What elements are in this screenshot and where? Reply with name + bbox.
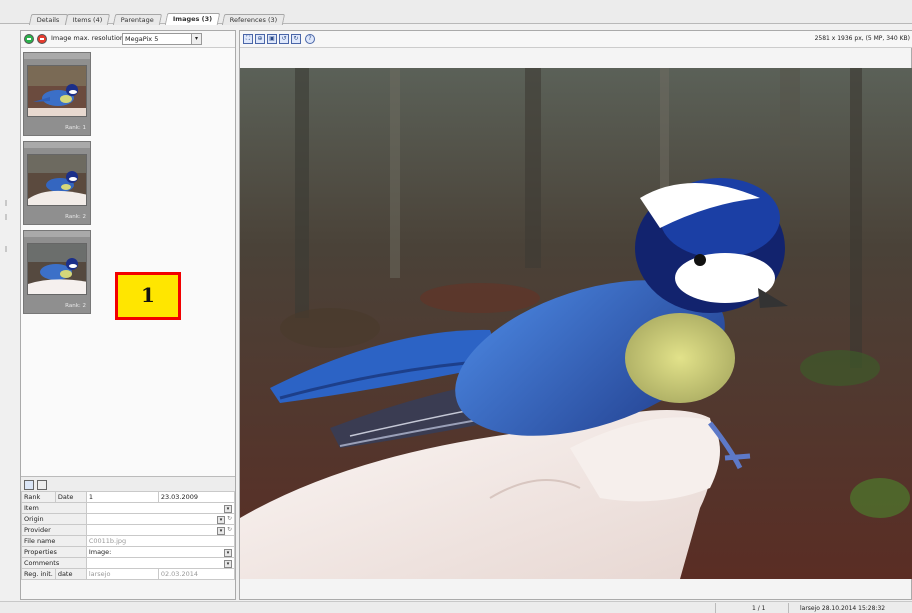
rank-label: Rank bbox=[21, 491, 56, 503]
chevron-down-icon[interactable]: ▾ bbox=[216, 515, 225, 524]
image-info: 2581 x 1936 px, (5 MP, 340 KB) bbox=[814, 35, 910, 42]
refresh-icon[interactable]: ↻ bbox=[227, 526, 232, 533]
item-field[interactable]: ▾ bbox=[85, 502, 236, 514]
bird-thumbnail-image bbox=[27, 243, 87, 295]
refresh-icon[interactable]: ↻ bbox=[227, 515, 232, 522]
properties-label: Properties bbox=[21, 546, 87, 558]
window-edge-mark bbox=[5, 200, 7, 206]
bird-photo[interactable] bbox=[240, 68, 912, 579]
comments-label: Comments bbox=[21, 557, 87, 569]
plus-icon[interactable] bbox=[24, 34, 34, 44]
annotation-badge: 1 bbox=[115, 272, 181, 320]
chevron-down-icon[interactable]: ▾ bbox=[224, 548, 232, 557]
item-label: Item bbox=[21, 502, 87, 514]
table-row: File name C0011b.jpg bbox=[21, 535, 236, 547]
tab-references[interactable]: References (3) bbox=[221, 14, 286, 25]
zoom-icon[interactable]: ⊕ bbox=[255, 34, 265, 44]
rotate-left-icon[interactable]: ↺ bbox=[279, 34, 289, 44]
tab-bar: Details Items (4) Parentage Images (3) R… bbox=[0, 0, 912, 25]
chevron-down-icon[interactable]: ▾ bbox=[191, 34, 201, 44]
fit-icon[interactable]: ⛶ bbox=[243, 34, 253, 44]
thumbnail-3[interactable]: Rank: 2 bbox=[23, 230, 91, 314]
provider-label: Provider bbox=[21, 524, 87, 536]
resolution-label: Image max. resolution: bbox=[51, 34, 127, 42]
origin-field[interactable]: ↻ ▾ bbox=[85, 513, 236, 525]
thumbnail-rank: Rank: 1 bbox=[65, 125, 86, 131]
tab-details[interactable]: Details bbox=[28, 14, 68, 25]
table-row: Rank Date 1 23.03.2009 bbox=[21, 491, 236, 503]
thumbnail-header bbox=[24, 231, 90, 237]
save-icon[interactable]: ▣ bbox=[267, 34, 277, 44]
file-name-field[interactable]: C0011b.jpg bbox=[85, 535, 236, 547]
window-edge-mark bbox=[5, 246, 7, 252]
date-field[interactable]: 23.03.2009 bbox=[157, 491, 236, 503]
chevron-down-icon[interactable]: ▾ bbox=[216, 526, 225, 535]
provider-field[interactable]: ↻ ▾ bbox=[85, 524, 236, 536]
reg-date-field: 02.03.2014 bbox=[157, 568, 236, 580]
image-viewer: ⛶ ⊕ ▣ ↺ ↻ ? 2581 x 1936 px, (5 MP, 340 K… bbox=[239, 30, 912, 600]
minus-icon[interactable] bbox=[37, 34, 47, 44]
properties-table: Rank Date 1 23.03.2009 Item ▾ Origin ↻ ▾ … bbox=[21, 491, 236, 580]
chevron-down-icon[interactable]: ▾ bbox=[224, 559, 232, 568]
reg-date-label: date bbox=[54, 568, 87, 580]
page-indicator: 1 / 1 bbox=[752, 605, 766, 612]
table-row: Origin ↻ ▾ bbox=[21, 513, 236, 525]
resolution-value: MegaPix 5 bbox=[125, 35, 159, 43]
list-icon[interactable] bbox=[37, 480, 47, 490]
file-name-label: File name bbox=[21, 535, 87, 547]
tab-images[interactable]: Images (3) bbox=[164, 13, 221, 25]
rotate-right-icon[interactable]: ↻ bbox=[291, 34, 301, 44]
table-row: Comments ▾ bbox=[21, 557, 236, 569]
bird-thumbnail-image bbox=[27, 154, 87, 206]
user-timestamp: larsejo 28.10.2014 15:28:32 bbox=[800, 605, 886, 612]
separator bbox=[788, 603, 789, 613]
thumbnail-list: Rank: 1 Rank: 2 Rank: 2 bbox=[21, 48, 235, 493]
image-toolbar: ⛶ ⊕ ▣ ↺ ↻ ? 2581 x 1936 px, (5 MP, 340 K… bbox=[240, 31, 912, 48]
thumbnail-rank: Rank: 2 bbox=[65, 214, 86, 220]
image-icon[interactable] bbox=[24, 480, 34, 490]
status-bar: 1 / 1 larsejo 28.10.2014 15:28:32 bbox=[0, 601, 912, 613]
thumbnail-header bbox=[24, 142, 90, 148]
properties-value: Image: bbox=[88, 547, 112, 556]
thumbnail-2[interactable]: Rank: 2 bbox=[23, 141, 91, 225]
comments-field[interactable]: ▾ bbox=[85, 557, 236, 569]
tab-parentage[interactable]: Parentage bbox=[112, 14, 163, 25]
origin-label: Origin bbox=[21, 513, 87, 525]
separator bbox=[715, 603, 716, 613]
reg-init-field: larsejo bbox=[85, 568, 159, 580]
thumbnail-toolbar: Image max. resolution: MegaPix 5 ▾ bbox=[21, 31, 235, 48]
bird-thumbnail-image bbox=[27, 65, 87, 117]
properties-field[interactable]: Image: ▾ bbox=[85, 546, 236, 558]
table-row: Properties Image: ▾ bbox=[21, 546, 236, 558]
tab-items[interactable]: Items (4) bbox=[64, 14, 111, 25]
properties-toolbar bbox=[21, 476, 235, 492]
table-row: Provider ↻ ▾ bbox=[21, 524, 236, 536]
thumbnail-header bbox=[24, 53, 90, 59]
chevron-down-icon[interactable]: ▾ bbox=[224, 504, 232, 513]
window-edge-mark bbox=[5, 214, 7, 220]
rank-field[interactable]: 1 bbox=[85, 491, 159, 503]
date-label: Date bbox=[54, 491, 87, 503]
help-icon[interactable]: ? bbox=[305, 34, 315, 44]
thumbnail-rank: Rank: 2 bbox=[65, 303, 86, 309]
thumbnail-1[interactable]: Rank: 1 bbox=[23, 52, 91, 136]
table-row: Reg. init. date larsejo 02.03.2014 bbox=[21, 568, 236, 580]
reg-init-label: Reg. init. bbox=[21, 568, 56, 580]
resolution-select[interactable]: MegaPix 5 ▾ bbox=[122, 33, 202, 45]
table-row: Item ▾ bbox=[21, 502, 236, 514]
